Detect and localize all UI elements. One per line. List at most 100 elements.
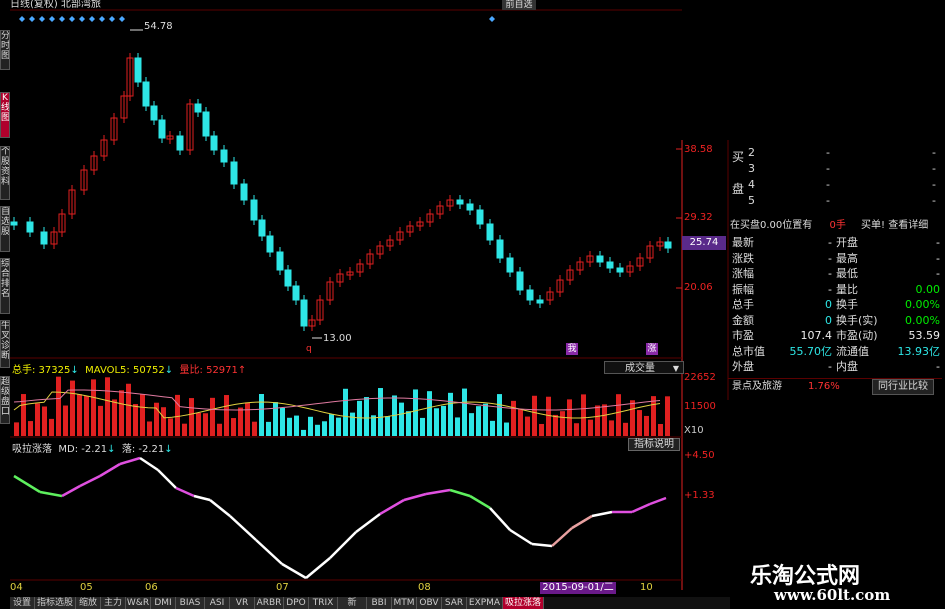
volume-bar bbox=[322, 421, 327, 436]
candle-body bbox=[466, 203, 474, 211]
industry-compare-button[interactable]: 同行业比较 bbox=[872, 379, 934, 395]
indicator-tab[interactable]: SAR bbox=[442, 597, 467, 609]
level-price: - bbox=[826, 162, 830, 175]
indicator-tab[interactable]: 指标选股 bbox=[35, 597, 76, 609]
down-arrow-icon: ↓ bbox=[107, 444, 116, 455]
indicator-segment bbox=[469, 494, 491, 510]
indicator-segment bbox=[355, 513, 381, 533]
indicator-tab[interactable]: ARBR bbox=[255, 597, 284, 609]
indicator-tab[interactable]: BBI bbox=[367, 597, 392, 609]
prev-watchlist-button[interactable]: 前自选 bbox=[502, 0, 536, 10]
x-axis-label: 05 bbox=[80, 582, 93, 593]
candle-body bbox=[476, 209, 484, 225]
volume-bar bbox=[294, 415, 299, 436]
sector-pct: 1.76% bbox=[808, 381, 840, 392]
tab-watchlist[interactable]: 自选股 bbox=[0, 206, 10, 252]
candle-body bbox=[194, 103, 202, 113]
candle-body bbox=[456, 199, 464, 205]
x-axis-label: 10 bbox=[640, 582, 653, 593]
indicator-tab[interactable]: TRIX bbox=[309, 597, 338, 609]
indicator-tab[interactable]: 吸拉涨落 bbox=[503, 597, 544, 609]
quote-value: 53.59 bbox=[908, 329, 941, 342]
indicator-tab[interactable]: VR bbox=[230, 597, 255, 609]
quote-value: 55.70亿 bbox=[789, 344, 833, 358]
volume-bar bbox=[140, 394, 145, 436]
tab-ranking[interactable]: 综合排名 bbox=[0, 258, 10, 314]
level-price: - bbox=[826, 194, 830, 207]
indicator-tab[interactable]: BIAS bbox=[176, 597, 205, 609]
order-level-row: 3 - - bbox=[728, 162, 942, 176]
tab-stock-profile[interactable]: 个股资料 bbox=[0, 146, 10, 200]
indicator-tab[interactable]: 缩放 bbox=[76, 597, 101, 609]
quote-label: 流通值 bbox=[836, 344, 869, 358]
tab-super-level[interactable]: 超级盘口 bbox=[0, 376, 10, 424]
volume-bar bbox=[259, 394, 264, 436]
indicator-tab[interactable]: ASI bbox=[205, 597, 230, 609]
volume-bar bbox=[434, 408, 439, 436]
volume-tick-high: 22652 bbox=[684, 372, 716, 383]
volume-bar bbox=[665, 396, 670, 436]
quote-label: 涨跌 bbox=[732, 251, 754, 265]
candle-body bbox=[496, 239, 504, 259]
quote-row: 总手 0 换手 0.00% bbox=[728, 298, 942, 312]
quote-label: 市盈(动) bbox=[836, 329, 878, 342]
signal-diamond-icon bbox=[99, 16, 105, 22]
volume-bar bbox=[343, 388, 348, 436]
volume-bar bbox=[441, 405, 446, 436]
down-arrow-icon: ↓ bbox=[70, 365, 79, 376]
sector-name[interactable]: 景点及旅游 bbox=[732, 381, 782, 392]
quote-row: 振幅 - 量比 0.00 bbox=[728, 283, 942, 297]
indicator-tab[interactable]: DMI bbox=[151, 597, 176, 609]
indicator-tab[interactable]: MTM bbox=[392, 597, 417, 609]
indicator-tab[interactable]: 设置 bbox=[10, 597, 35, 609]
volume-bar bbox=[483, 403, 488, 436]
signal-diamond-icon bbox=[79, 16, 85, 22]
volume-bar bbox=[70, 380, 75, 436]
volume-bar bbox=[266, 421, 271, 436]
quote-value: 0 bbox=[825, 313, 832, 327]
volume-bar bbox=[280, 407, 285, 436]
indicator-select[interactable]: 成交量 ▼ bbox=[604, 361, 684, 374]
indicator-name: 吸拉涨落 bbox=[12, 444, 52, 455]
indicator-tab[interactable]: 新DMA bbox=[338, 597, 367, 609]
volume-bar bbox=[637, 410, 642, 436]
quote-row: 金额 0 换手(实) 0.00% bbox=[728, 314, 942, 328]
indicator-segment bbox=[379, 498, 405, 516]
volume-bar bbox=[42, 406, 47, 436]
indicator-segment bbox=[489, 507, 511, 531]
volume-bar bbox=[63, 405, 68, 436]
volume-bar bbox=[420, 417, 425, 436]
signal-diamond-icon bbox=[109, 16, 115, 22]
indicator-segment bbox=[329, 531, 357, 559]
tab-kline[interactable]: K线图 bbox=[0, 92, 10, 138]
indicator-segment bbox=[139, 456, 159, 472]
total-volume: 总手: 37325 bbox=[12, 365, 71, 376]
price-tick-low: 20.06 bbox=[684, 282, 713, 293]
indicator-tab[interactable]: W&R bbox=[126, 597, 151, 609]
quote-value: - bbox=[828, 282, 832, 296]
tab-diagnosis[interactable]: 牛叉诊断 bbox=[0, 320, 10, 368]
indicator-segment bbox=[61, 484, 81, 498]
tab-timeshare[interactable]: 分时图 bbox=[0, 30, 10, 70]
view-detail-link[interactable]: 查看详细 bbox=[888, 220, 928, 231]
indicator-tab[interactable]: DPO bbox=[284, 597, 309, 609]
volume-bar bbox=[77, 394, 82, 436]
candle-body bbox=[230, 161, 238, 185]
candle-body bbox=[266, 235, 274, 253]
current-price-tag: 25.74 bbox=[682, 236, 726, 250]
candle-body bbox=[616, 267, 624, 273]
volume-bar bbox=[427, 391, 432, 436]
volume-bar bbox=[518, 409, 523, 436]
quote-value: - bbox=[828, 251, 832, 265]
order-alert-bar: 在买盘0.00位置有 0手 买单! 查看详细 bbox=[728, 218, 942, 234]
indicator-tab[interactable]: EXPMA bbox=[467, 597, 503, 609]
up-arrow-icon: ↑ bbox=[237, 365, 247, 376]
quote-label: 总手 bbox=[732, 298, 754, 311]
indicator-tab[interactable]: 主力 bbox=[101, 597, 126, 609]
cursor-date-label: 2015-09-01/二 bbox=[540, 582, 616, 594]
indicator-help-button[interactable]: 指标说明 bbox=[628, 438, 680, 451]
indicator-tab[interactable]: OBV bbox=[417, 597, 442, 609]
volume-header: 总手: 37325↓ MAVOL5: 50752↓ 量比: 52971↑ bbox=[12, 361, 246, 376]
purple-marker: 我 bbox=[566, 343, 578, 355]
price-tick-high: 38.58 bbox=[684, 144, 713, 155]
